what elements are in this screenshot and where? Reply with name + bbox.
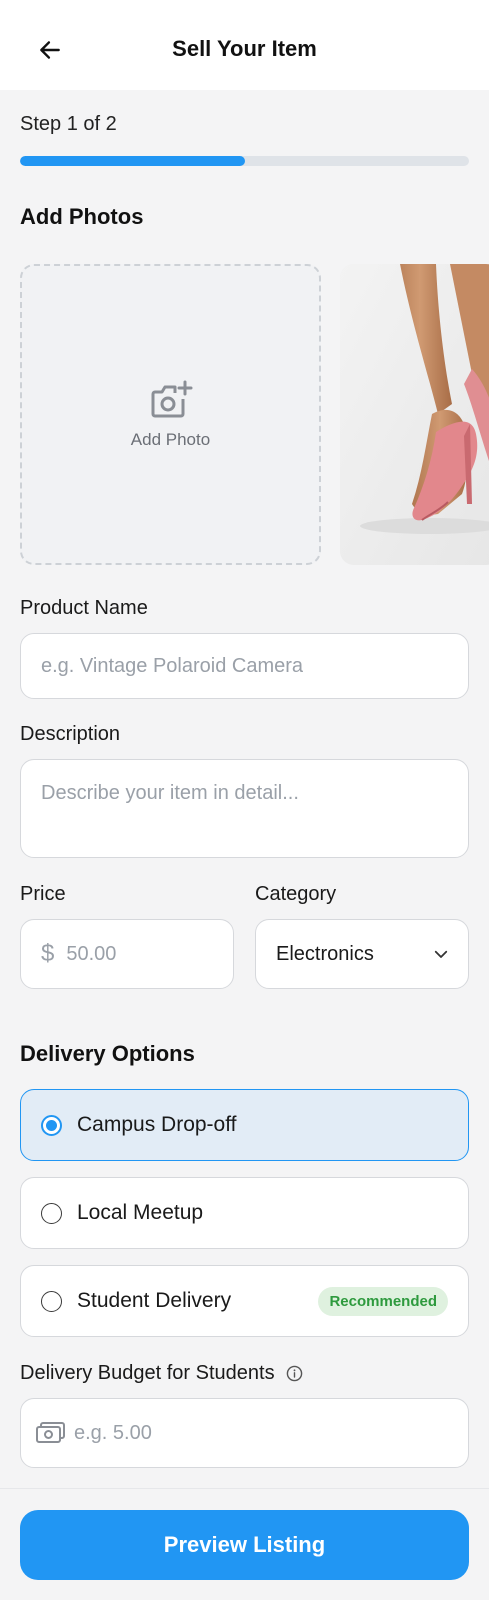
radio-unselected-icon[interactable] <box>41 1202 62 1224</box>
delivery-section-title: Delivery Options <box>20 1041 195 1066</box>
category-label: Category <box>255 883 337 905</box>
delivery-option-campus-dropoff[interactable]: Campus Drop-off <box>20 1089 469 1161</box>
delivery-option-student-delivery[interactable]: Student Delivery Recommended <box>20 1265 469 1337</box>
chevron-down-icon <box>434 950 448 958</box>
description-label: Description <box>20 723 121 745</box>
photos-section-title: Add Photos <box>20 204 144 229</box>
delivery-budget-label-text: Delivery Budget for Students <box>20 1362 275 1384</box>
photo-thumbnail[interactable] <box>340 264 489 565</box>
app-header: Sell Your Item <box>0 0 489 90</box>
footer-divider <box>0 1488 489 1489</box>
product-name-placeholder: e.g. Vintage Polaroid Camera <box>41 654 304 677</box>
pink-heels-photo <box>340 264 489 565</box>
delivery-option-local-meetup[interactable]: Local Meetup <box>20 1177 469 1249</box>
add-photo-button[interactable]: Add Photo <box>20 264 321 565</box>
price-input[interactable]: $ 50.00 <box>20 919 234 989</box>
delivery-budget-input[interactable]: e.g. 5.00 <box>20 1398 469 1468</box>
category-select[interactable]: Electronics <box>255 919 469 989</box>
product-name-input[interactable]: e.g. Vintage Polaroid Camera <box>20 633 469 699</box>
page-title: Sell Your Item <box>172 36 317 61</box>
info-icon[interactable] <box>286 1365 303 1382</box>
recommended-badge: Recommended <box>318 1286 448 1316</box>
description-placeholder: Describe your item in detail... <box>41 782 299 804</box>
camera-plus-icon <box>151 380 192 417</box>
delivery-budget-label: Delivery Budget for Students <box>20 1362 303 1385</box>
step-indicator: Step 1 of 2 <box>20 113 117 135</box>
delivery-budget-placeholder: e.g. 5.00 <box>74 1421 152 1444</box>
price-placeholder: 50.00 <box>66 942 117 965</box>
dollar-icon: $ <box>41 940 55 967</box>
radio-selected-icon[interactable] <box>41 1114 62 1136</box>
cash-icon <box>36 1422 65 1443</box>
price-label: Price <box>20 883 66 905</box>
add-photo-label: Add Photo <box>130 429 211 449</box>
delivery-option-label: Campus Drop-off <box>77 1113 237 1136</box>
preview-listing-button[interactable]: Preview Listing <box>20 1510 469 1580</box>
category-value: Electronics <box>276 942 374 965</box>
product-name-label: Product Name <box>20 597 148 619</box>
radio-unselected-icon[interactable] <box>41 1290 62 1312</box>
description-textarea[interactable]: Describe your item in detail... <box>20 759 469 858</box>
progress-bar <box>20 156 469 166</box>
delivery-option-label: Local Meetup <box>77 1201 204 1224</box>
progress-fill <box>20 156 245 166</box>
delivery-option-label: Student Delivery <box>77 1289 232 1312</box>
